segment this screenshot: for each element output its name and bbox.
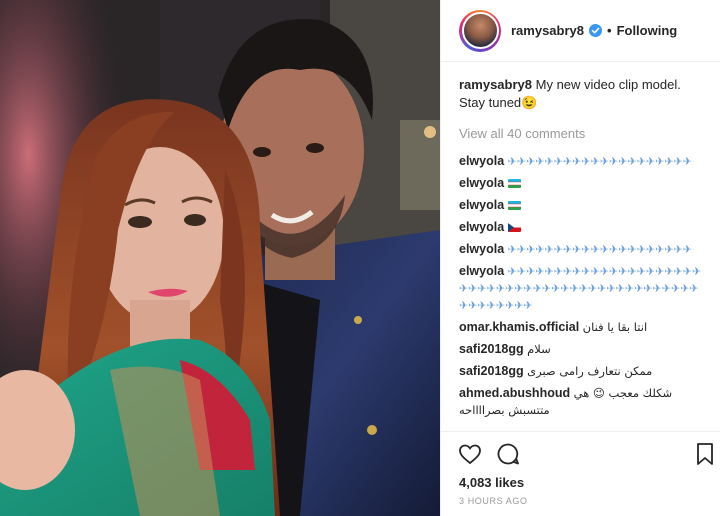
post-timestamp: 3 HOURS AGO (459, 496, 528, 506)
likes-count[interactable]: 4,083 likes (441, 475, 720, 490)
post-caption: ramysabry8 My new video clip model. Stay… (459, 76, 702, 112)
save-button[interactable] (692, 441, 718, 467)
caption-username[interactable]: ramysabry8 (459, 77, 532, 92)
avatar[interactable] (459, 9, 501, 52)
separator-dot: • (607, 23, 612, 38)
uzbekistan-flag-icon (507, 179, 521, 188)
comment-username[interactable]: elwyola (459, 198, 504, 212)
avatar-image (461, 12, 499, 49)
comment-username[interactable]: safi2018gg (459, 342, 524, 356)
comment-item: safi2018gg سلام (459, 341, 702, 358)
bookmark-icon (697, 442, 713, 465)
comment-item: omar.khamis.official انتا بقا يا فنان (459, 319, 702, 336)
comment-text: انتا بقا يا فنان (582, 320, 648, 334)
verified-badge-icon (589, 24, 602, 37)
comment-text: ✈✈✈✈✈✈✈✈✈✈✈✈✈✈✈✈✈✈✈✈ (507, 243, 692, 256)
comment-item: elwyola ✈✈✈✈✈✈✈✈✈✈✈✈✈✈✈✈✈✈✈✈✈✈✈✈✈✈✈✈✈✈✈✈… (459, 263, 702, 314)
comment-username[interactable]: elwyola (459, 176, 504, 190)
post-header: ramysabry8 • Following (441, 0, 720, 62)
instagram-post-view: ramysabry8 • Following ramysabry8 My new… (0, 0, 720, 516)
comment-button[interactable] (495, 441, 521, 467)
comment-username[interactable]: safi2018gg (459, 364, 524, 378)
czech-flag-icon (507, 223, 521, 232)
comment-item: ahmed.abushhoud شكلك معجب 😉 هي متتسبش بص… (459, 385, 702, 419)
post-photo[interactable] (0, 0, 440, 516)
comment-item: elwyola (459, 175, 702, 192)
like-button[interactable] (457, 441, 483, 467)
comment-username[interactable]: elwyola (459, 242, 504, 256)
post-actions-bar (441, 431, 720, 475)
comment-item: elwyola (459, 219, 702, 236)
comment-username[interactable]: elwyola (459, 264, 504, 278)
selfie-photo (0, 0, 440, 516)
heart-icon (459, 444, 481, 464)
comment-item: safi2018gg ممكن نتعارف رامى صبرى (459, 363, 702, 380)
comment-username[interactable]: elwyola (459, 220, 504, 234)
comment-username[interactable]: elwyola (459, 154, 504, 168)
view-all-comments-link[interactable]: View all 40 comments (459, 126, 702, 141)
comments-section: ramysabry8 My new video clip model. Stay… (441, 62, 720, 431)
post-side-panel: ramysabry8 • Following ramysabry8 My new… (440, 0, 720, 516)
following-button[interactable]: Following (617, 23, 678, 38)
comment-text: ممكن نتعارف رامى صبرى (527, 364, 653, 378)
comment-username[interactable]: ahmed.abushhoud (459, 386, 570, 400)
comment-item: elwyola ✈✈✈✈✈✈✈✈✈✈✈✈✈✈✈✈✈✈✈✈ (459, 153, 702, 170)
comment-text: سلام (527, 342, 551, 356)
comment-bubble-icon (497, 443, 519, 464)
comment-text: ✈✈✈✈✈✈✈✈✈✈✈✈✈✈✈✈✈✈✈✈ (507, 155, 692, 168)
comment-username[interactable]: omar.khamis.official (459, 320, 579, 334)
comment-item: elwyola ✈✈✈✈✈✈✈✈✈✈✈✈✈✈✈✈✈✈✈✈ (459, 241, 702, 258)
comment-item: elwyola (459, 197, 702, 214)
wink-emoji-icon: 😉 (521, 95, 538, 110)
uzbekistan-flag-icon (507, 201, 521, 210)
author-username[interactable]: ramysabry8 (511, 23, 584, 38)
